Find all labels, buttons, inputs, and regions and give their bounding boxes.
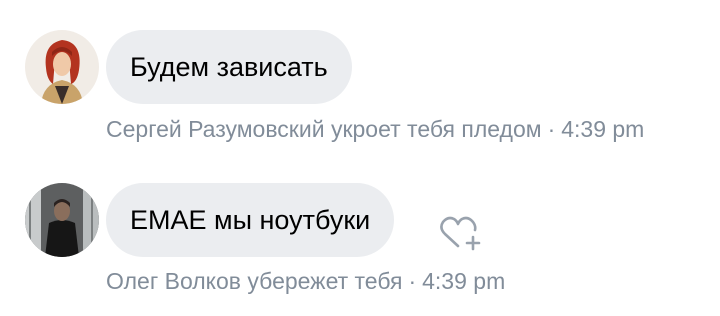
heart-plus-icon	[440, 216, 481, 251]
meta-separator: ·	[408, 268, 417, 294]
message-time: 4:39 pm	[561, 116, 645, 142]
sender-avatar[interactable]	[25, 183, 99, 257]
sender-avatar[interactable]	[25, 30, 99, 104]
message-bubble[interactable]: Будем зависать	[106, 30, 352, 104]
meta-separator: ·	[547, 116, 556, 142]
add-reaction-button[interactable]	[438, 213, 484, 253]
message-meta: Сергей Разумовский укроет тебя пледом · 4:…	[106, 116, 720, 143]
avatar-red-haired-character-icon	[25, 30, 99, 104]
avatar-man-in-black-coat-icon	[25, 183, 99, 257]
message-meta: Олег Волков убережет тебя · 4:39 pm	[106, 268, 720, 295]
message-text: Будем зависать	[130, 52, 328, 82]
message-text: ЕМАЕ мы ноутбуки	[130, 205, 371, 235]
message-time: 4:39 pm	[422, 268, 506, 294]
message-bubble[interactable]: ЕМАЕ мы ноутбуки	[106, 183, 395, 257]
author-name[interactable]: Сергей Разумовский укроет тебя пледом	[106, 116, 542, 142]
author-name[interactable]: Олег Волков убережет тебя	[106, 268, 402, 294]
